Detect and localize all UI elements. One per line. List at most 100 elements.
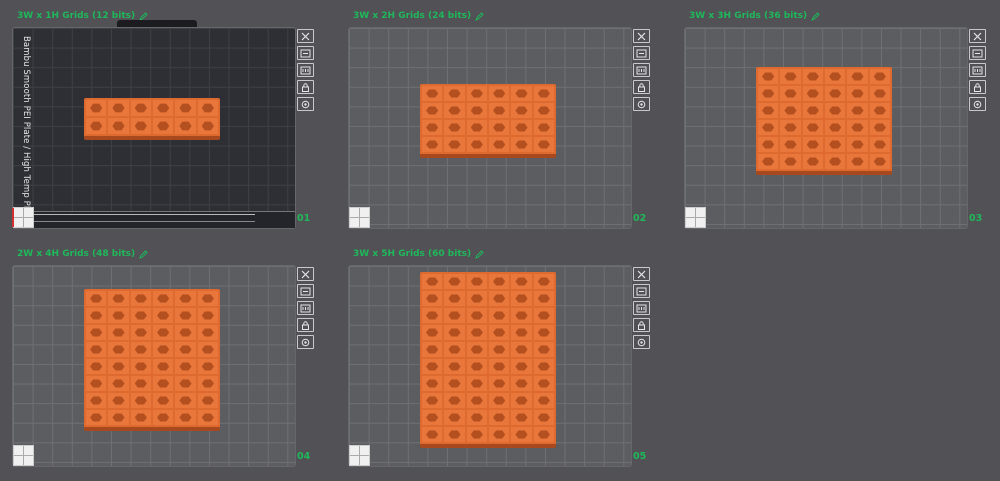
orient-icon: [300, 304, 311, 313]
hex-socket: [90, 362, 103, 371]
hex-socket: [829, 123, 842, 132]
build-plate-1[interactable]: Bambu Smooth PEI Plate / High Temp Plate: [12, 27, 296, 229]
close-button[interactable]: [297, 29, 314, 43]
lock-button[interactable]: [297, 80, 314, 94]
plate-card-1[interactable]: 3W x 1H Grids (12 bits) Bambu Smooth PEI…: [12, 11, 332, 230]
grid-cell: [108, 100, 129, 116]
lock-icon: [972, 82, 983, 92]
close-button[interactable]: [633, 29, 650, 43]
edit-icon[interactable]: [811, 11, 820, 21]
grid-cell: [847, 120, 868, 135]
lock-button[interactable]: [633, 318, 650, 332]
hex-socket: [806, 106, 819, 115]
grid-cell: [444, 308, 465, 323]
orient-button[interactable]: [633, 301, 650, 315]
grid-cell: [86, 308, 107, 323]
grid-cell: [511, 427, 532, 442]
hex-socket: [493, 140, 506, 149]
grid-cell: [758, 103, 779, 118]
model-tray[interactable]: [84, 98, 220, 140]
grid-cell: [175, 393, 196, 408]
grid-cell: [444, 359, 465, 374]
grid-cell: [758, 154, 779, 169]
lock-icon: [636, 320, 647, 330]
auto-arrange-button[interactable]: [633, 284, 650, 298]
close-button[interactable]: [633, 267, 650, 281]
settings-button[interactable]: [633, 335, 650, 349]
model-tray[interactable]: [756, 67, 892, 175]
orient-button[interactable]: [297, 63, 314, 77]
orient-button[interactable]: [633, 63, 650, 77]
settings-button[interactable]: [297, 97, 314, 111]
grid-cell: [197, 342, 218, 357]
model-tray[interactable]: [84, 289, 220, 431]
hex-socket: [806, 89, 819, 98]
hex-socket: [426, 106, 439, 115]
edit-icon[interactable]: [475, 11, 484, 21]
plate-toolbar-3: [969, 29, 986, 111]
grid-cell: [489, 427, 510, 442]
plate-card-2[interactable]: 3W x 2H Grids (24 bits) 02: [348, 9, 668, 230]
hex-socket: [157, 396, 170, 405]
grid-cell: [780, 154, 801, 169]
plate-card-5[interactable]: 3W x 5H Grids (60 bits) 05: [348, 247, 668, 468]
grid-cell: [86, 359, 107, 374]
hex-socket: [448, 277, 461, 286]
auto-arrange-button[interactable]: [633, 46, 650, 60]
grid-cell: [489, 103, 510, 118]
build-plate-2[interactable]: [348, 27, 632, 229]
settings-button[interactable]: [969, 97, 986, 111]
grid-cell: [869, 137, 890, 152]
grid-cell: [422, 427, 443, 442]
grid-cell: [533, 393, 554, 408]
hex-socket: [112, 311, 125, 320]
grid-cell: [869, 69, 890, 84]
hex-socket: [515, 106, 528, 115]
plate-toolbar-4: [297, 267, 314, 349]
grid-cell: [825, 154, 846, 169]
model-tray[interactable]: [420, 272, 556, 448]
close-button[interactable]: [969, 29, 986, 43]
hex-socket: [873, 157, 886, 166]
settings-button[interactable]: [633, 97, 650, 111]
grid-cell: [175, 291, 196, 306]
hex-socket: [470, 345, 483, 354]
hex-socket: [112, 294, 125, 303]
hex-socket: [762, 157, 775, 166]
model-tray[interactable]: [420, 84, 556, 158]
build-plate-5[interactable]: [348, 265, 632, 467]
lock-button[interactable]: [297, 318, 314, 332]
hex-socket: [448, 89, 461, 98]
auto-arrange-button[interactable]: [297, 46, 314, 60]
hex-socket: [448, 328, 461, 337]
close-button[interactable]: [297, 267, 314, 281]
auto-arrange-button[interactable]: [297, 284, 314, 298]
grid-cell: [153, 359, 174, 374]
plate-title-3[interactable]: 3W x 3H Grids (36 bits): [689, 9, 820, 23]
grid-cell: [108, 410, 129, 425]
hex-socket: [493, 345, 506, 354]
hex-socket: [470, 277, 483, 286]
orient-button[interactable]: [969, 63, 986, 77]
build-plate-4[interactable]: [12, 265, 296, 467]
hex-socket: [851, 89, 864, 98]
orient-button[interactable]: [297, 301, 314, 315]
plate-card-4[interactable]: 2W x 4H Grids (48 bits) 04: [12, 247, 332, 468]
hex-socket: [493, 294, 506, 303]
build-plate-3[interactable]: [684, 27, 968, 229]
plate-title-2[interactable]: 3W x 2H Grids (24 bits): [353, 9, 484, 23]
grid-cell: [466, 325, 487, 340]
auto-arrange-button[interactable]: [969, 46, 986, 60]
plate-card-3[interactable]: 3W x 3H Grids (36 bits) 03: [684, 9, 1000, 230]
settings-button[interactable]: [297, 335, 314, 349]
edit-icon[interactable]: [475, 249, 484, 259]
hex-socket: [806, 140, 819, 149]
edit-icon[interactable]: [139, 249, 148, 259]
lock-button[interactable]: [969, 80, 986, 94]
grid-cell: [825, 69, 846, 84]
grid-cell: [422, 291, 443, 306]
plate-title-5[interactable]: 3W x 5H Grids (60 bits): [353, 247, 484, 261]
plate-title-4[interactable]: 2W x 4H Grids (48 bits): [17, 247, 148, 261]
hex-socket: [112, 121, 125, 131]
lock-button[interactable]: [633, 80, 650, 94]
